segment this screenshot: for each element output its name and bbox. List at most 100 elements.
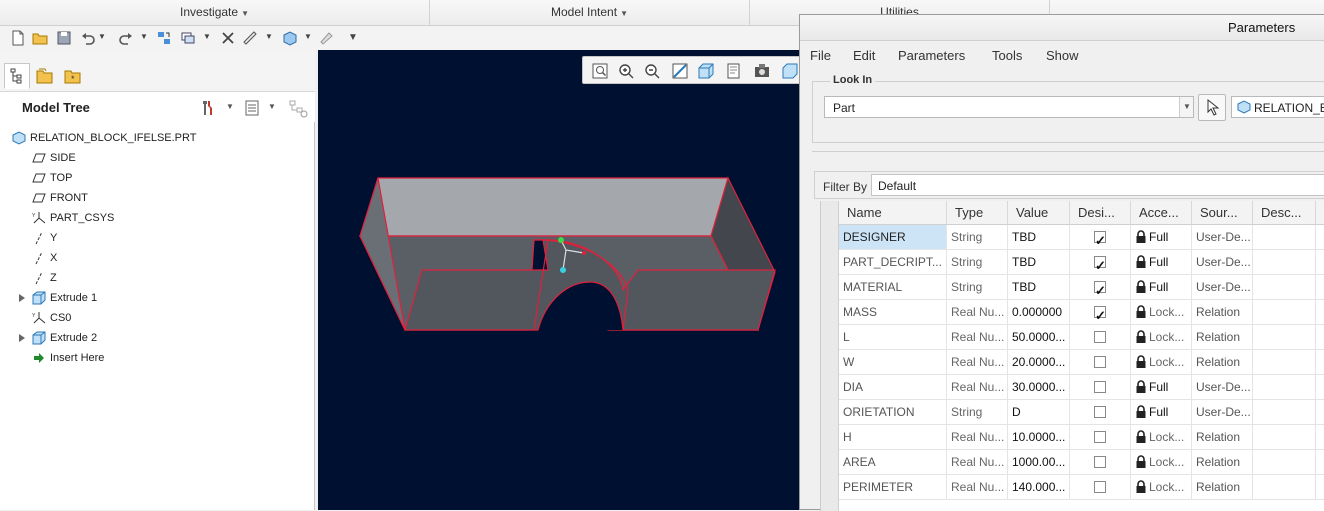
saved-orientations-icon[interactable]	[697, 62, 715, 80]
table-row[interactable]: PERIMETER Real Nu... 140.000... Lock... Rela…	[821, 475, 1324, 500]
designate-checkbox[interactable]	[1094, 406, 1106, 418]
cell-extra[interactable]	[1316, 450, 1324, 475]
cell-type[interactable]: Real Nu...	[947, 375, 1008, 400]
ribbon-group-model-intent[interactable]: Model Intent ▼	[430, 0, 750, 26]
chevron-down-icon[interactable]: ▼	[203, 32, 211, 41]
designate-checkbox[interactable]	[1094, 431, 1106, 443]
cell-source[interactable]: Relation	[1192, 300, 1253, 325]
dialog-titlebar[interactable]: Parameters	[800, 15, 1324, 41]
cell-type[interactable]: String	[947, 250, 1008, 275]
column-header-source[interactable]: Sour...	[1192, 201, 1253, 225]
cell-designated[interactable]	[1070, 325, 1131, 350]
cell-access[interactable]: Lock...	[1131, 475, 1192, 500]
cell-desc[interactable]	[1253, 225, 1316, 250]
customize-toolbar-icon[interactable]: ▼	[348, 32, 358, 43]
designate-checkbox[interactable]	[1094, 356, 1106, 368]
cell-access[interactable]: Full	[1131, 225, 1192, 250]
cell-value[interactable]: TBD	[1008, 275, 1070, 300]
cell-value[interactable]: TBD	[1008, 225, 1070, 250]
datum-display-icon[interactable]	[781, 62, 799, 80]
graphics-viewport[interactable]	[318, 50, 800, 510]
table-row[interactable]: PART_DECRIPT... String TBD Full User-De...	[821, 250, 1324, 275]
windows-icon[interactable]	[180, 30, 196, 46]
column-header-description[interactable]: Desc...	[1253, 201, 1316, 225]
table-row[interactable]: H Real Nu... 10.0000... Lock... Relation	[821, 425, 1324, 450]
chevron-down-icon[interactable]: ▼	[140, 32, 148, 41]
cell-extra[interactable]	[1316, 475, 1324, 500]
display-style-icon[interactable]	[753, 62, 771, 80]
expand-arrow-icon[interactable]	[19, 294, 25, 302]
cell-designated[interactable]	[1070, 425, 1131, 450]
table-row[interactable]: MATERIAL String TBD Full User-De...	[821, 275, 1324, 300]
cell-name[interactable]: MASS	[839, 300, 947, 325]
table-row[interactable]: L Real Nu... 50.0000... Lock... Relation	[821, 325, 1324, 350]
settings-tools-icon[interactable]	[200, 99, 216, 117]
cell-desc[interactable]	[1253, 300, 1316, 325]
cell-desc[interactable]	[1253, 400, 1316, 425]
cell-type[interactable]: Real Nu...	[947, 325, 1008, 350]
cell-source[interactable]: Relation	[1192, 325, 1253, 350]
cell-access[interactable]: Lock...	[1131, 425, 1192, 450]
cell-value[interactable]: 10.0000...	[1008, 425, 1070, 450]
cell-desc[interactable]	[1253, 475, 1316, 500]
cell-source[interactable]: Relation	[1192, 425, 1253, 450]
cell-desc[interactable]	[1253, 375, 1316, 400]
cell-designated[interactable]	[1070, 300, 1131, 325]
repaint-icon[interactable]	[671, 62, 689, 80]
cell-value[interactable]: 20.0000...	[1008, 350, 1070, 375]
tab-model-tree[interactable]	[4, 63, 30, 89]
column-header-name[interactable]: Name	[839, 201, 947, 225]
display-style-icon[interactable]	[282, 30, 298, 46]
look-in-select[interactable]: Part ▼	[824, 96, 1194, 118]
cell-desc[interactable]	[1253, 350, 1316, 375]
chevron-down-icon[interactable]: ▼	[226, 102, 234, 111]
cell-access[interactable]: Full	[1131, 250, 1192, 275]
view-manager-icon[interactable]	[725, 62, 743, 80]
table-row[interactable]: AREA Real Nu... 1000.00... Lock... Relation	[821, 450, 1324, 475]
table-row[interactable]: ORIETATION String D Full User-De...	[821, 400, 1324, 425]
cell-name[interactable]: H	[839, 425, 947, 450]
menu-file[interactable]: File	[810, 48, 831, 63]
show-list-icon[interactable]	[244, 99, 260, 117]
cell-source[interactable]: User-De...	[1192, 275, 1253, 300]
cell-name[interactable]: W	[839, 350, 947, 375]
cell-extra[interactable]	[1316, 250, 1324, 275]
designate-checkbox[interactable]	[1094, 303, 1106, 324]
cell-designated[interactable]	[1070, 275, 1131, 300]
chevron-down-icon[interactable]: ▼	[304, 32, 312, 41]
refit-icon[interactable]	[591, 62, 609, 80]
cell-source[interactable]: User-De...	[1192, 225, 1253, 250]
filter-by-select[interactable]: Default	[871, 174, 1324, 196]
menu-tools[interactable]: Tools	[992, 48, 1022, 63]
tab-folder-browser[interactable]	[32, 63, 58, 89]
cell-desc[interactable]	[1253, 450, 1316, 475]
select-model-button[interactable]	[1198, 94, 1226, 121]
column-header-access[interactable]: Acce...	[1131, 201, 1192, 225]
designate-checkbox[interactable]	[1094, 228, 1106, 249]
cell-value[interactable]: 30.0000...	[1008, 375, 1070, 400]
cell-name[interactable]: DIA	[839, 375, 947, 400]
cell-access[interactable]: Full	[1131, 400, 1192, 425]
cell-type[interactable]: Real Nu...	[947, 450, 1008, 475]
cell-name[interactable]: ORIETATION	[839, 400, 947, 425]
cell-name[interactable]: PART_DECRIPT...	[839, 250, 947, 275]
cell-access[interactable]: Lock...	[1131, 350, 1192, 375]
column-header-extra[interactable]	[1316, 201, 1324, 225]
chevron-down-icon[interactable]: ▼	[98, 32, 106, 41]
cell-designated[interactable]	[1070, 225, 1131, 250]
designate-checkbox[interactable]	[1094, 253, 1106, 274]
designate-checkbox[interactable]	[1094, 381, 1106, 393]
cell-value[interactable]: TBD	[1008, 250, 1070, 275]
3d-model[interactable]	[318, 50, 800, 510]
chevron-down-icon[interactable]: ▼	[268, 102, 276, 111]
cell-access[interactable]: Full	[1131, 275, 1192, 300]
redo-icon[interactable]	[118, 30, 134, 46]
open-folder-icon[interactable]	[32, 30, 48, 46]
cell-value[interactable]: 1000.00...	[1008, 450, 1070, 475]
cell-access[interactable]: Lock...	[1131, 300, 1192, 325]
cell-value[interactable]: 0.000000	[1008, 300, 1070, 325]
cell-designated[interactable]	[1070, 375, 1131, 400]
designate-checkbox[interactable]	[1094, 278, 1106, 299]
cell-extra[interactable]	[1316, 325, 1324, 350]
save-icon[interactable]	[56, 30, 72, 46]
